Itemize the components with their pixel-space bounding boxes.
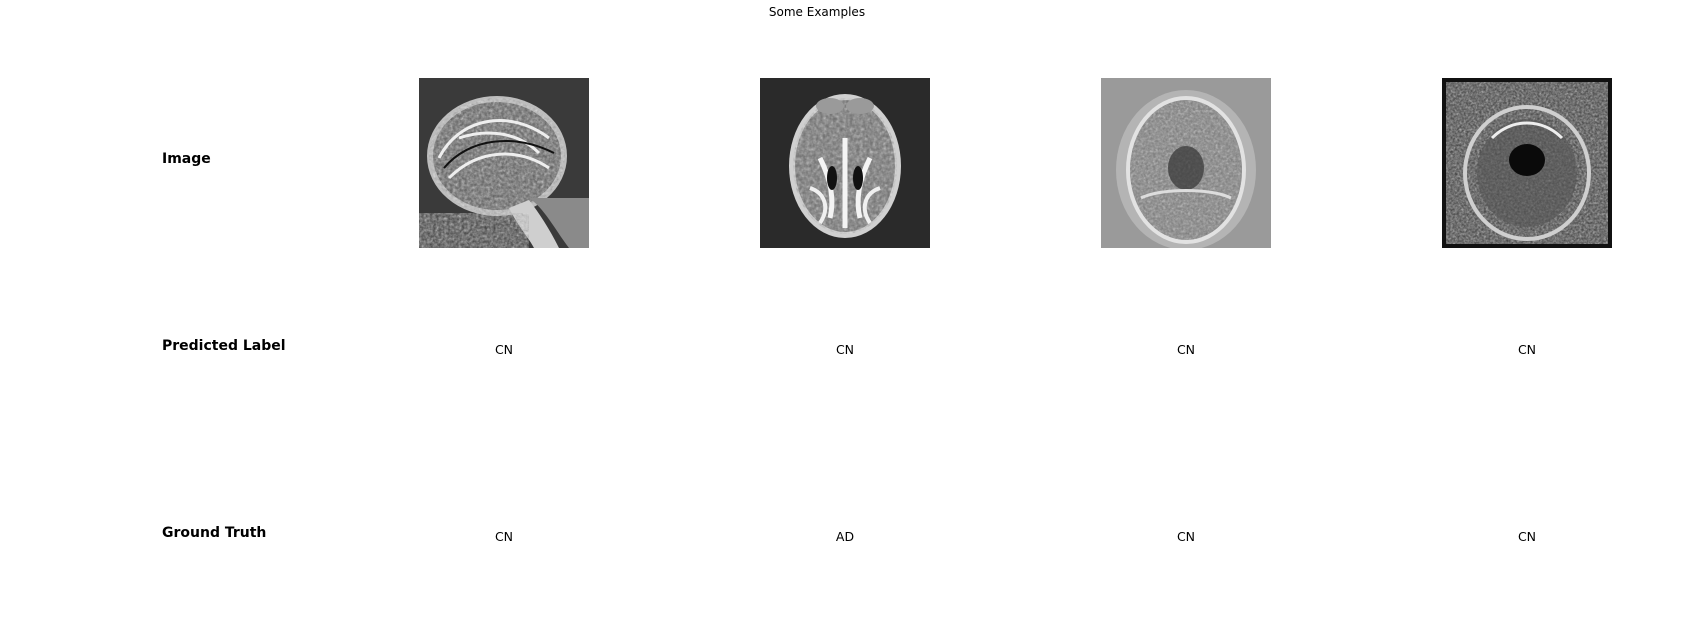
mri-image-1	[419, 78, 589, 248]
ground-truth-2: AD	[835, 529, 855, 544]
figure-title: Some Examples	[768, 5, 866, 19]
predicted-label-3: CN	[1176, 342, 1196, 357]
ground-truth-3: CN	[1176, 529, 1196, 544]
row-label-predicted: Predicted Label	[162, 338, 286, 354]
ground-truth-1: CN	[494, 529, 514, 544]
row-label-ground-truth: Ground Truth	[162, 525, 267, 541]
predicted-label-2: CN	[835, 342, 855, 357]
predicted-label-1: CN	[494, 342, 514, 357]
mri-image-3	[1101, 78, 1271, 248]
ground-truth-4: CN	[1517, 529, 1537, 544]
mri-image-4	[1442, 78, 1612, 248]
mri-image-2	[760, 78, 930, 248]
predicted-label-4: CN	[1517, 342, 1537, 357]
row-label-image: Image	[162, 151, 211, 167]
